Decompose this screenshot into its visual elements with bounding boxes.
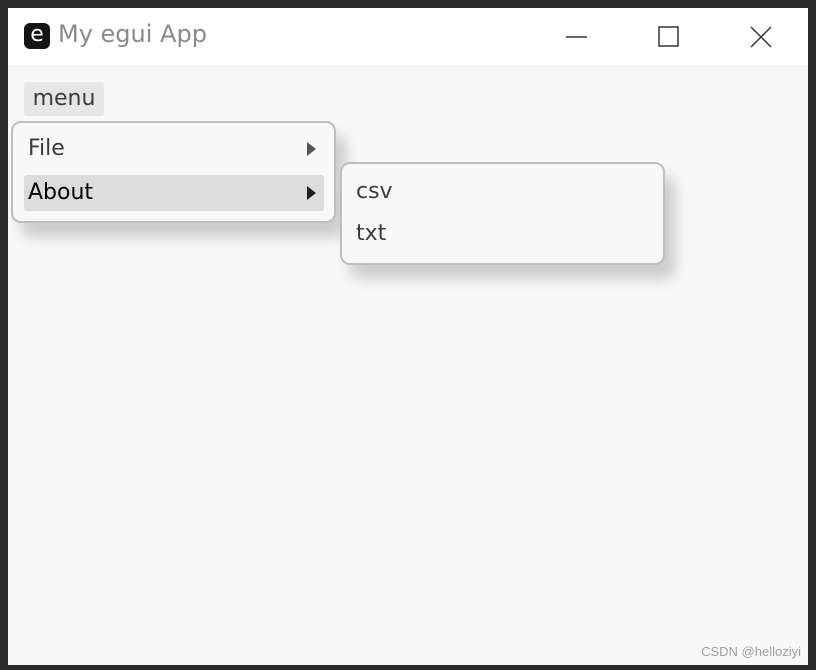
window-title: My egui App: [58, 20, 207, 48]
egui-app-icon: e: [24, 23, 50, 49]
maximize-icon: [658, 26, 679, 47]
menu-item-about[interactable]: About: [24, 175, 324, 211]
app-content: menu File About csv txt: [8, 65, 808, 665]
menu-item-label: About: [28, 180, 94, 205]
minimize-button[interactable]: [530, 8, 622, 65]
menu-button[interactable]: menu: [24, 82, 104, 116]
submenu-item-csv[interactable]: csv: [356, 174, 651, 210]
submenu-item-txt[interactable]: txt: [356, 216, 651, 252]
chevron-right-icon: [307, 186, 316, 200]
title-bar[interactable]: e My egui App: [8, 8, 808, 65]
about-submenu: csv txt: [340, 162, 665, 265]
maximize-button[interactable]: [622, 8, 714, 65]
menu-item-file[interactable]: File: [24, 131, 324, 167]
watermark: CSDN @helloziyi: [701, 644, 801, 659]
close-button[interactable]: [714, 8, 806, 65]
close-icon: [750, 26, 772, 48]
menu-popup: File About: [11, 121, 336, 223]
chevron-right-icon: [307, 142, 316, 156]
minimize-icon: [566, 36, 587, 38]
app-window: e My egui App menu File About csv txt CS…: [0, 0, 816, 670]
menu-item-label: File: [28, 136, 65, 161]
